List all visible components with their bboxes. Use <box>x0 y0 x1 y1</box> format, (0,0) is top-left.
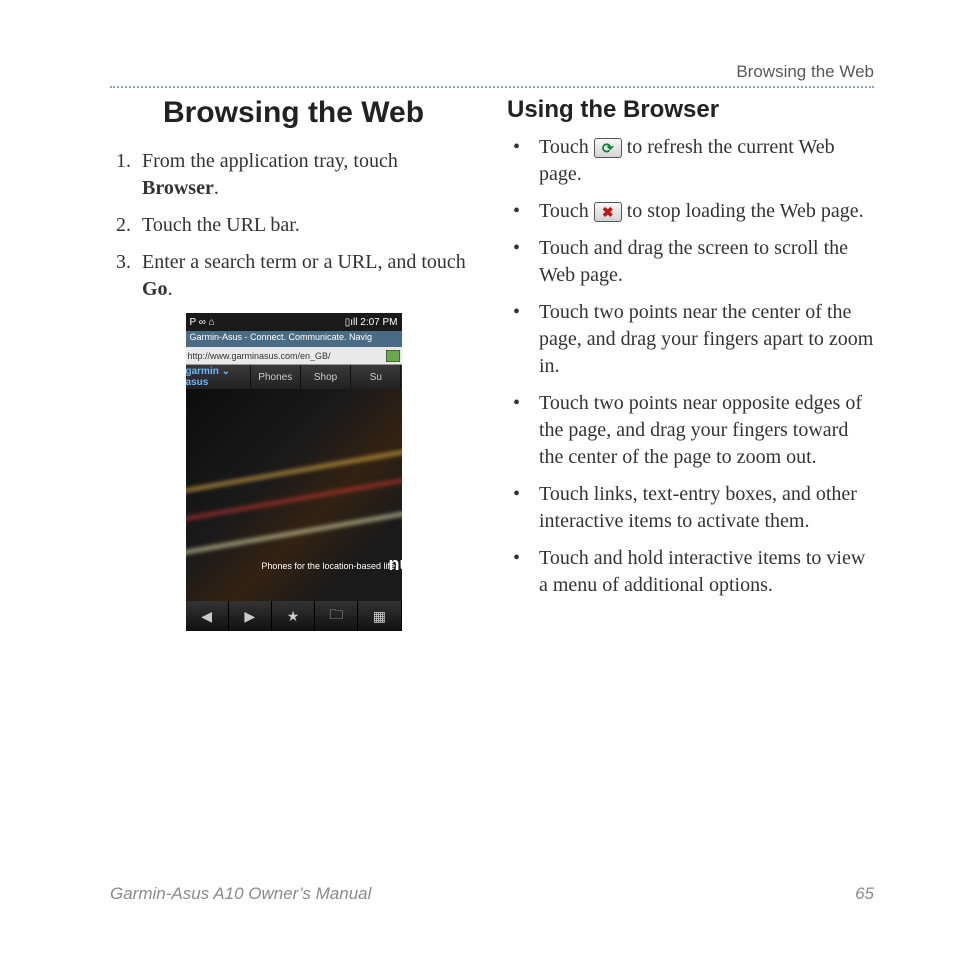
bullet-stop: Touch ✖ to stop loading the Web page. <box>509 198 874 225</box>
refresh-icon[interactable]: ⟳ <box>594 138 622 158</box>
step-1-post: . <box>214 177 219 199</box>
bullet-zoom-out: Touch two points near opposite edges of … <box>509 390 874 471</box>
step-2: Touch the URL bar. <box>136 212 477 239</box>
site-logo[interactable]: garmin ⌄ asus <box>186 365 251 389</box>
bullet-scroll: Touch and drag the screen to scroll the … <box>509 235 874 289</box>
back-icon[interactable]: ◀ <box>186 601 229 631</box>
page-title: Browsing the Web <box>110 96 477 130</box>
step-1-pre: From the application tray, touch <box>142 150 398 172</box>
right-column: Using the Browser Touch ⟳ to refresh the… <box>507 96 874 631</box>
url-bar[interactable]: http://www.garminasus.com/en_GB/ <box>186 347 402 365</box>
browser-toolbar: ◀ ▶ ★ 🗀 ▦ <box>186 601 402 631</box>
status-bar: P ∞ ⌂ ▯ıll 2:07 PM <box>186 313 402 331</box>
forward-icon[interactable]: ▶ <box>229 601 272 631</box>
header-section: Browsing the Web <box>110 62 874 88</box>
step-1-bold: Browser <box>142 177 214 199</box>
step-1: From the application tray, touch Browser… <box>136 148 477 202</box>
banner-tagline: Phones for the location-based life. <box>261 561 397 571</box>
browser-title: Garmin-Asus - Connect. Communicate. Navi… <box>186 331 402 347</box>
bullet-list: Touch ⟳ to refresh the current Web page.… <box>507 134 874 599</box>
bullet-zoom-in: Touch two points near the center of the … <box>509 299 874 380</box>
stop-icon[interactable]: ✖ <box>594 202 622 222</box>
footer-manual: Garmin-Asus A10 Owner’s Manual <box>110 884 371 904</box>
step-2-pre: Touch the URL bar. <box>142 214 300 236</box>
site-tabs: garmin ⌄ asus Phones Shop Su <box>186 365 402 389</box>
left-column: Browsing the Web From the application tr… <box>110 96 477 631</box>
tab-shop[interactable]: Shop <box>301 365 351 389</box>
page-content[interactable]: Phones for the location-based life. nüvi <box>186 389 402 601</box>
banner-brand: nüvi <box>388 554 401 575</box>
bullet-hold: Touch and hold interactive items to view… <box>509 545 874 599</box>
bookmark-icon[interactable]: ★ <box>272 601 315 631</box>
grid-icon[interactable]: ▦ <box>358 601 401 631</box>
b2-post: to stop loading the Web page. <box>622 200 864 222</box>
bullet-refresh: Touch ⟳ to refresh the current Web page. <box>509 134 874 188</box>
url-text: http://www.garminasus.com/en_GB/ <box>188 351 384 361</box>
status-left: P ∞ ⌂ <box>190 317 215 328</box>
subsection-title: Using the Browser <box>507 96 874 124</box>
step-3-pre: Enter a search term or a URL, and touch <box>142 251 466 273</box>
step-3-post: . <box>168 278 173 300</box>
b2-pre: Touch <box>539 200 594 222</box>
phone-screenshot: P ∞ ⌂ ▯ıll 2:07 PM Garmin-Asus - Connect… <box>186 313 402 631</box>
b1-pre: Touch <box>539 136 594 158</box>
bullet-activate: Touch links, text-entry boxes, and other… <box>509 481 874 535</box>
footer-page: 65 <box>855 884 874 904</box>
status-right: ▯ıll 2:07 PM <box>345 317 398 328</box>
footer: Garmin-Asus A10 Owner’s Manual 65 <box>110 884 874 904</box>
tab-su[interactable]: Su <box>351 365 401 389</box>
step-3-bold: Go <box>142 278 168 300</box>
go-icon[interactable] <box>386 350 400 362</box>
steps-list: From the application tray, touch Browser… <box>110 148 477 303</box>
windows-icon[interactable]: 🗀 <box>315 601 358 631</box>
tab-phones[interactable]: Phones <box>251 365 301 389</box>
step-3: Enter a search term or a URL, and touch … <box>136 249 477 303</box>
